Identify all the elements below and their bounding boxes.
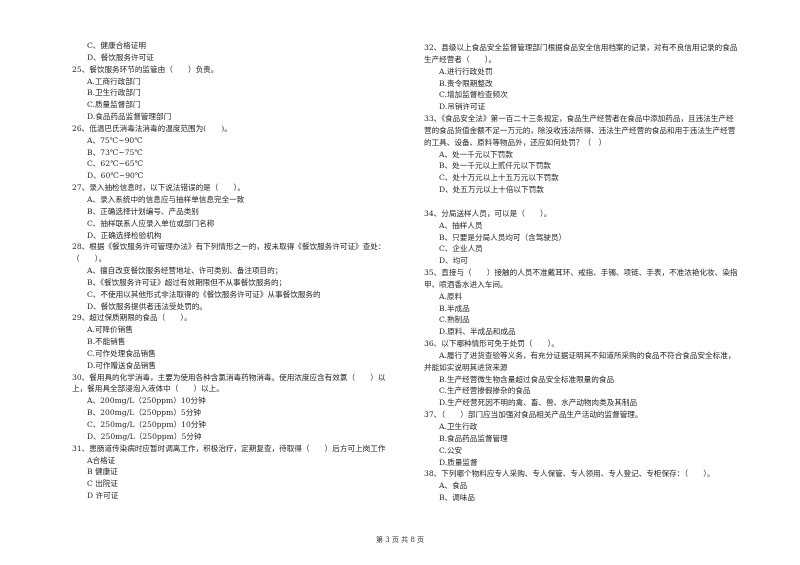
answer-option: B、73℃~75℃ xyxy=(87,147,143,157)
question-text: 生产经营者（ ）。 xyxy=(424,54,497,64)
answer-option: B.半成品 xyxy=(439,303,470,313)
answer-option: A、200mg/L（250ppm）10分钟 xyxy=(87,396,206,406)
question-text: 26、低温巴氏消毒法消毒的温度范围为( )。 xyxy=(72,123,232,133)
answer-option: C、62℃~65℃ xyxy=(87,159,144,169)
question-text: 38、下列哪个物料应专人采购、专人保管、专人领用、专人登记、专柜保存：（ ）。 xyxy=(424,469,715,479)
answer-option: A、75℃~90℃ xyxy=(87,135,143,145)
answer-option: A、抽样人员 xyxy=(439,220,483,230)
question-text: 35、直接与（ ）接触的人员不准戴耳环、戒指、手镯、项链、手表，不准浓艳化妆、染… xyxy=(424,268,738,278)
question-text: 31、患肠道传染病时应暂时调离工作，积极治疗，定期复查，待取得（ ）后方可上岗工… xyxy=(72,443,386,453)
answer-option: D、餐饮服务提供者违法受处罚的。 xyxy=(87,301,207,311)
answer-option: A.工商行政部门 xyxy=(87,76,141,86)
answer-option: A合格证 xyxy=(87,455,116,465)
question-text: 27、录入抽检信息时，以下说法错误的是（ ）。 xyxy=(72,183,245,193)
question-text: 32、县级以上食品安全监督管理部门根据食品安全信用档案的记录，对有不良信用记录的… xyxy=(424,43,738,52)
answer-option: A.原料 xyxy=(439,291,463,301)
question-text: 37、（ ）部门应当加强对食品相关产品生产活动的监督管理。 xyxy=(424,410,643,420)
answer-option: C、处十万元以上十五万元以下罚款 xyxy=(439,173,559,183)
answer-option: A.可降价销售 xyxy=(87,325,133,335)
answer-option: B.责令限期整改 xyxy=(439,78,493,88)
answer-option: A、录入系统中的信息应与抽样单信息完全一致 xyxy=(87,194,245,204)
answer-option: C.公安 xyxy=(439,445,463,455)
answer-option: A、食品 xyxy=(439,481,468,491)
answer-option: D.可作赠送食品销售 xyxy=(87,360,156,370)
answer-option: C、企业人员 xyxy=(439,244,483,254)
page-footer: 第 3 页 共 8 页 xyxy=(375,536,425,544)
question-text: 营的食品货值金额不足一万元的，除没收违法所得、违法生产经营的食品和用于违法生产经… xyxy=(424,125,736,135)
answer-option: C、抽样联系人应录入单位或部门名称 xyxy=(87,218,215,228)
answer-option: C、健康合格证明 xyxy=(87,41,146,50)
answer-option: D、均可 xyxy=(439,256,468,266)
answer-option: C.生产经营掺假掺杂的食品 xyxy=(439,386,531,396)
answer-option: B、调味品 xyxy=(439,493,475,503)
right-column: 32、县级以上食品安全监督管理部门根据食品安全信用档案的记录，对有不良信用记录的… xyxy=(424,42,769,504)
answer-option: A、擅自改变餐饮服务经营地址、许可类别、备注项目的； xyxy=(87,266,283,276)
left-column: C、健康合格证明 D、餐饮服务许可证 25、餐饮服务环节的监管由（ ）负责。 A.工商… xyxy=(72,40,417,502)
answer-option: B、《餐饮服务许可证》超过有效期限但不从事餐饮服务的； xyxy=(87,277,287,287)
answer-option: B 健康证 xyxy=(87,467,118,477)
answer-option: C 出院证 xyxy=(87,479,119,489)
answer-option: C.增加监督检查频次 xyxy=(439,90,508,100)
answer-option: B.卫生行政部门 xyxy=(87,88,141,98)
answer-option: D 许可证 xyxy=(87,491,119,501)
answer-option: B、正确选择计划编号、产品类别 xyxy=(87,206,199,216)
question-text: （ ）。 xyxy=(72,254,107,264)
question-text: 28、根据《餐饮服务许可管理办法》有下列情形之一的，按未取得《餐饮服务许可证》查… xyxy=(72,242,386,252)
question-text: 甲、喷洒香水进入车间。 xyxy=(424,279,508,289)
question-text: 上，餐用具全部浸泡入液体中（ ）以上。 xyxy=(72,384,224,394)
answer-option: A.进行行政处罚 xyxy=(439,66,493,76)
question-text: 29、超过保质期限的食品（ ）。 xyxy=(72,313,192,323)
answer-option: D、250mg/L（250ppm）5分钟 xyxy=(87,431,202,441)
answer-option: C、不使用以其他形式非法取得的《餐饮服务许可证》从事餐饮服务的 xyxy=(87,289,321,299)
question-text: 34、分局送样人员，可以是（ ）。 xyxy=(424,208,552,218)
answer-option: A、处一千元以下罚款 xyxy=(439,149,513,159)
answer-option: D.吊销许可证 xyxy=(439,102,486,112)
answer-option: C.可作处理食品销售 xyxy=(87,348,156,358)
answer-option: A.履行了进货查验等义务，有充分证据证明其不知道所采购的食品不符合食品安全标准， xyxy=(439,350,736,360)
answer-option: C.熟制品 xyxy=(439,315,470,325)
answer-option: D、餐饮服务许可证 xyxy=(87,52,154,62)
question-text: 36、以下哪种情形可免于处罚（ ）。 xyxy=(424,339,559,349)
answer-option: B.不能销售 xyxy=(87,337,126,347)
answer-option: B、200mg/L（250ppm）5分钟 xyxy=(87,408,201,418)
answer-option: D、60℃~90℃ xyxy=(87,171,144,181)
answer-option: A.卫生行政 xyxy=(439,422,478,431)
question-text: 25、餐饮服务环节的监管由（ ）负责。 xyxy=(72,64,219,74)
answer-option: D、处五万元以上十倍以下罚款 xyxy=(439,185,544,195)
question-text: 的工具、设备、原料等物品外，还应如何处罚？（ ） xyxy=(424,137,607,147)
answer-option: B.食品药品监督管理 xyxy=(439,433,508,443)
question-text: 33、《食品安全法》第一百二十三条规定，食品生产经营者在食品中添加药品，且违法生… xyxy=(424,114,734,124)
question-text: 30、餐用具的化学消毒，主要为使用各种含氯消毒药物消毒。使用浓度应含有效氯（ ）… xyxy=(72,372,386,382)
answer-option: B、处一千元以上贰仟元以下罚款 xyxy=(439,161,551,171)
answer-option: D.生产经营死因不明的禽、畜、兽、水产动物肉类及其制品 xyxy=(439,398,638,408)
answer-option: D、正确选择检验机构 xyxy=(87,230,162,240)
question-text xyxy=(424,196,769,208)
answer-option: C、250mg/L（250ppm）10分钟 xyxy=(87,420,207,429)
answer-option: B、只要是分局人员均可（含驾驶员） xyxy=(439,232,567,242)
answer-option: C.质量监督部门 xyxy=(87,100,141,110)
answer-option: D.质量监督 xyxy=(439,457,478,467)
answer-option: B.生产经营微生物含量超过食品安全标准限量的食品 xyxy=(439,374,615,384)
question-text: 并能如实说明其进货来源 xyxy=(424,362,508,372)
answer-option: D.食品药品监督管理部门 xyxy=(87,112,172,122)
answer-option: D.原料、半成品和成品 xyxy=(439,327,516,337)
